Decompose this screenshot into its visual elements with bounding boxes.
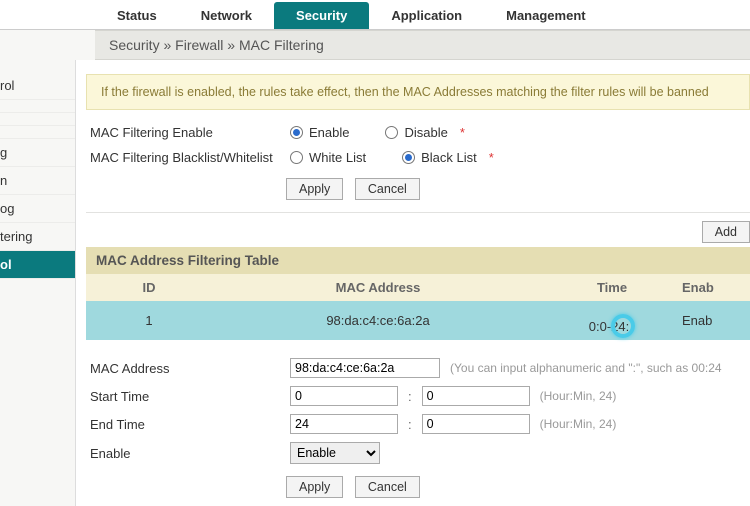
sidebar-item-6[interactable]: og: [0, 195, 75, 223]
radio-whitelist[interactable]: White List: [290, 150, 366, 165]
top-nav: Status Network Security Application Mana…: [0, 0, 750, 30]
edit-apply-button[interactable]: Apply: [286, 476, 343, 498]
sidebar-item-3[interactable]: [0, 126, 75, 139]
cell-time: 0:0-24:: [552, 307, 672, 334]
end-min-input[interactable]: [422, 414, 530, 434]
tab-security[interactable]: Security: [274, 2, 369, 29]
tab-management[interactable]: Management: [484, 2, 607, 29]
edit-cancel-button[interactable]: Cancel: [355, 476, 420, 498]
table-row[interactable]: 1 98:da:c4:ce:6a:2a 0:0-24: Enab: [86, 301, 750, 340]
start-hour-input[interactable]: [290, 386, 398, 406]
radio-enable[interactable]: Enable: [290, 125, 349, 140]
list-mode-label: MAC Filtering Blacklist/Whitelist: [90, 150, 290, 165]
notice-banner: If the firewall is enabled, the rules ta…: [86, 74, 750, 110]
enable-select[interactable]: Enable: [290, 442, 380, 464]
mac-address-input[interactable]: [290, 358, 440, 378]
radio-disable-text: Disable: [404, 125, 447, 140]
radio-blacklist-text: Black List: [421, 150, 477, 165]
mac-address-label: MAC Address: [90, 361, 290, 376]
cancel-button[interactable]: Cancel: [355, 178, 420, 200]
radio-enable-text: Enable: [309, 125, 349, 140]
sidebar-item-2[interactable]: [0, 113, 75, 126]
end-time-label: End Time: [90, 417, 290, 432]
breadcrumb-sep: »: [227, 37, 239, 53]
sidebar: rol g n og tering ol: [0, 60, 75, 506]
time-separator: :: [408, 417, 412, 432]
cursor-highlight-icon: [611, 314, 635, 338]
sidebar-item-0[interactable]: rol: [0, 72, 75, 100]
enable-label: Enable: [90, 446, 290, 461]
radio-whitelist-text: White List: [309, 150, 366, 165]
apply-button[interactable]: Apply: [286, 178, 343, 200]
end-hour-input[interactable]: [290, 414, 398, 434]
sidebar-item-5[interactable]: n: [0, 167, 75, 195]
col-header-mac: MAC Address: [204, 280, 552, 295]
tab-status[interactable]: Status: [95, 2, 179, 29]
tab-application[interactable]: Application: [369, 2, 484, 29]
filter-settings-form: MAC Filtering Enable Enable Disable * MA…: [86, 110, 750, 213]
cell-enable: Enab: [672, 313, 742, 328]
main-content: If the firewall is enabled, the rules ta…: [75, 60, 750, 506]
tab-network[interactable]: Network: [179, 2, 274, 29]
mac-address-hint: (You can input alphanumeric and ":", suc…: [450, 361, 722, 375]
col-header-enable: Enab: [672, 280, 742, 295]
table-header-row: ID MAC Address Time Enab: [86, 274, 750, 301]
required-marker: *: [489, 150, 494, 165]
mac-enable-label: MAC Filtering Enable: [90, 125, 290, 140]
radio-dot-icon: [402, 151, 415, 164]
breadcrumb-seg-0[interactable]: Security: [109, 37, 160, 53]
sidebar-item-1[interactable]: [0, 100, 75, 113]
radio-disable[interactable]: Disable *: [385, 125, 464, 140]
add-button[interactable]: Add: [702, 221, 750, 243]
start-time-hint: (Hour:Min, 24): [540, 389, 617, 403]
sidebar-item-8[interactable]: ol: [0, 251, 75, 279]
col-header-id: ID: [94, 280, 204, 295]
required-marker: *: [460, 125, 465, 140]
radio-dot-icon: [385, 126, 398, 139]
sidebar-item-7[interactable]: tering: [0, 223, 75, 251]
time-separator: :: [408, 389, 412, 404]
breadcrumb-seg-1[interactable]: Firewall: [175, 37, 223, 53]
cell-id: 1: [94, 313, 204, 328]
radio-dot-icon: [290, 151, 303, 164]
radio-blacklist[interactable]: Black List *: [402, 150, 494, 165]
start-min-input[interactable]: [422, 386, 530, 406]
breadcrumb: Security » Firewall » MAC Filtering: [95, 30, 750, 60]
edit-form: MAC Address (You can input alphanumeric …: [86, 340, 750, 506]
table-title: MAC Address Filtering Table: [86, 247, 750, 274]
cell-mac: 98:da:c4:ce:6a:2a: [204, 313, 552, 328]
breadcrumb-sep: »: [163, 37, 175, 53]
radio-dot-icon: [290, 126, 303, 139]
sidebar-item-4[interactable]: g: [0, 139, 75, 167]
breadcrumb-seg-2: MAC Filtering: [239, 37, 324, 53]
col-header-time: Time: [552, 280, 672, 295]
start-time-label: Start Time: [90, 389, 290, 404]
end-time-hint: (Hour:Min, 24): [540, 417, 617, 431]
